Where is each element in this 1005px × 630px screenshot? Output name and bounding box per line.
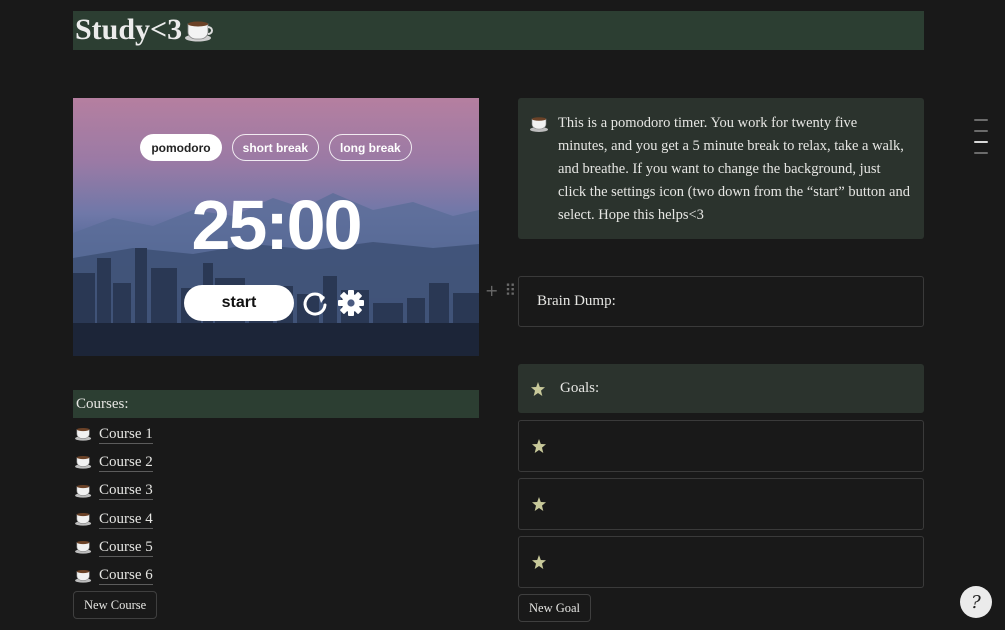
coffee-cup-icon — [75, 456, 92, 470]
coffee-cup-icon — [75, 512, 92, 526]
block-handle: + ⠿ — [485, 281, 516, 300]
outline-tick-active[interactable] — [974, 141, 988, 143]
reset-icon[interactable] — [300, 288, 330, 318]
outline-tick[interactable] — [974, 119, 988, 121]
course-link[interactable]: Course 1 — [99, 425, 153, 444]
courses-label: Courses: — [76, 395, 129, 412]
coffee-cup-icon — [75, 484, 92, 498]
gear-icon[interactable] — [336, 288, 366, 318]
tab-long-break[interactable]: long break — [329, 134, 412, 161]
goal-item[interactable] — [518, 478, 924, 530]
list-item[interactable]: Course 2 — [75, 448, 153, 476]
goal-item[interactable] — [518, 536, 924, 588]
coffee-cup-icon — [75, 428, 92, 441]
star-icon — [531, 381, 545, 396]
coffee-cup-icon — [75, 541, 92, 554]
tab-short-break[interactable]: short break — [231, 134, 319, 161]
list-item[interactable]: Course 1 — [75, 420, 153, 448]
list-item[interactable]: Course 4 — [75, 505, 153, 533]
timer-mode-tabs: pomodoro short break long break — [73, 134, 479, 161]
timer-display: 25:00 — [191, 186, 362, 264]
course-list: Course 1 Course 2 Course 3 Course 4 Cour… — [75, 420, 153, 590]
outline-tick[interactable] — [974, 130, 988, 132]
goals-header: Goals: — [518, 364, 924, 413]
help-icon[interactable]: ? — [960, 586, 992, 618]
list-item[interactable]: Course 5 — [75, 533, 153, 561]
page: Study<3 pomodoro short break long break … — [0, 0, 1005, 630]
list-item[interactable]: Course 3 — [75, 477, 153, 505]
page-title: Study<3 — [75, 13, 214, 47]
coffee-cup-icon — [530, 117, 548, 132]
star-icon — [532, 555, 546, 569]
add-block-icon[interactable]: + — [485, 281, 498, 300]
courses-header: Courses: — [73, 390, 479, 418]
coffee-cup-icon — [75, 569, 92, 583]
course-link[interactable]: Course 4 — [99, 510, 153, 529]
start-button[interactable]: start — [184, 285, 294, 321]
course-link[interactable]: Course 3 — [99, 481, 153, 501]
course-link[interactable]: Course 5 — [99, 538, 153, 557]
title-bar: Study<3 — [73, 11, 924, 50]
course-link[interactable]: Course 2 — [99, 453, 153, 472]
list-item[interactable]: Course 6 — [75, 561, 153, 589]
pomodoro-timer: pomodoro short break long break 25:00 st… — [73, 98, 479, 356]
outline-tick[interactable] — [974, 152, 988, 154]
timer-controls: start — [184, 285, 366, 321]
goal-item[interactable] — [518, 420, 924, 472]
goals-label: Goals: — [560, 380, 600, 396]
drag-handle-icon[interactable]: ⠿ — [504, 281, 516, 300]
coffee-cup-icon — [185, 21, 214, 42]
new-goal-button[interactable]: New Goal — [518, 594, 592, 622]
star-icon — [532, 439, 546, 453]
tab-pomodoro[interactable]: pomodoro — [140, 134, 222, 161]
course-link[interactable]: Course 6 — [99, 566, 153, 586]
callout-text: This is a pomodoro timer. You work for t… — [558, 115, 910, 223]
page-title-text: Study<3 — [75, 13, 183, 46]
star-icon — [532, 497, 546, 511]
brain-dump-box[interactable]: Brain Dump: — [518, 276, 924, 327]
page-outline[interactable] — [974, 119, 988, 154]
info-callout: This is a pomodoro timer. You work for t… — [518, 98, 924, 239]
brain-dump-label: Brain Dump: — [537, 293, 616, 309]
new-course-button[interactable]: New Course — [73, 591, 158, 619]
